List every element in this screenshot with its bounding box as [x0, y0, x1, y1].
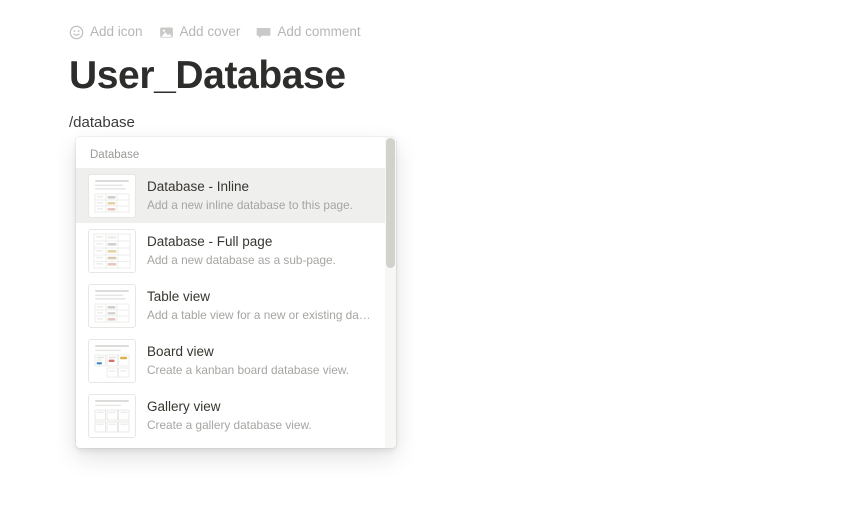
slash-command-popup: Database Database - Inline Add a new inl… — [76, 137, 396, 448]
menu-item-text: Gallery view Create a gallery database v… — [147, 398, 386, 434]
smiley-icon — [69, 25, 84, 40]
menu-item-database-inline[interactable]: Database - Inline Add a new inline datab… — [76, 168, 396, 223]
add-icon-label: Add icon — [90, 24, 143, 39]
menu-item-database-full-page[interactable]: Database - Full page Add a new database … — [76, 223, 396, 278]
menu-item-description: Add a table view for a new or existing d… — [147, 307, 371, 322]
menu-item-title: Database - Inline — [147, 178, 250, 194]
menu-item-description: Add a new inline database to this page. — [147, 197, 353, 212]
menu-item-description: Create a gallery database view. — [147, 417, 312, 432]
page-title[interactable]: User_Database — [69, 52, 346, 100]
menu-item-description: Create a kanban board database view. — [147, 362, 349, 377]
board-view-thumb-icon — [88, 338, 136, 383]
database-fullpage-thumb-icon — [88, 228, 136, 273]
add-cover-label: Add cover — [179, 24, 241, 39]
page-body-line[interactable]: /database — [69, 112, 135, 134]
popup-section-header: Database — [90, 149, 140, 161]
menu-item-text: Table view Add a table view for a new or… — [147, 288, 386, 324]
gallery-view-thumb-icon — [88, 393, 136, 438]
popup-scroll-area: Database Database - Inline Add a new inl… — [76, 137, 396, 448]
add-comment-button[interactable]: Add comment — [256, 22, 361, 42]
menu-item-text: Database - Inline Add a new inline datab… — [147, 178, 386, 214]
add-comment-label: Add comment — [277, 24, 361, 39]
menu-item-title: Gallery view — [147, 398, 221, 414]
menu-item-table-view[interactable]: Table view Add a table view for a new or… — [76, 278, 396, 333]
menu-item-title: Database - Full page — [147, 233, 273, 249]
page-toolbar: Add icon Add cover Add comment — [69, 22, 361, 42]
comment-icon — [256, 25, 271, 40]
add-icon-button[interactable]: Add icon — [69, 22, 143, 42]
menu-item-description: Add a new database as a sub-page. — [147, 252, 336, 267]
menu-item-board-view[interactable]: Board view Create a kanban board databas… — [76, 333, 396, 388]
menu-item-text: Database - Full page Add a new database … — [147, 233, 386, 269]
menu-item-title: Board view — [147, 343, 214, 359]
menu-item-text: Board view Create a kanban board databas… — [147, 343, 386, 379]
menu-item-gallery-view[interactable]: Gallery view Create a gallery database v… — [76, 388, 396, 443]
table-view-thumb-icon — [88, 283, 136, 328]
menu-item-title: Table view — [147, 288, 211, 304]
add-cover-button[interactable]: Add cover — [159, 22, 241, 42]
popup-scrollbar-thumb[interactable] — [386, 138, 395, 268]
image-icon — [159, 25, 174, 40]
popup-scrollbar[interactable] — [385, 137, 396, 448]
database-inline-thumb-icon — [88, 173, 136, 218]
